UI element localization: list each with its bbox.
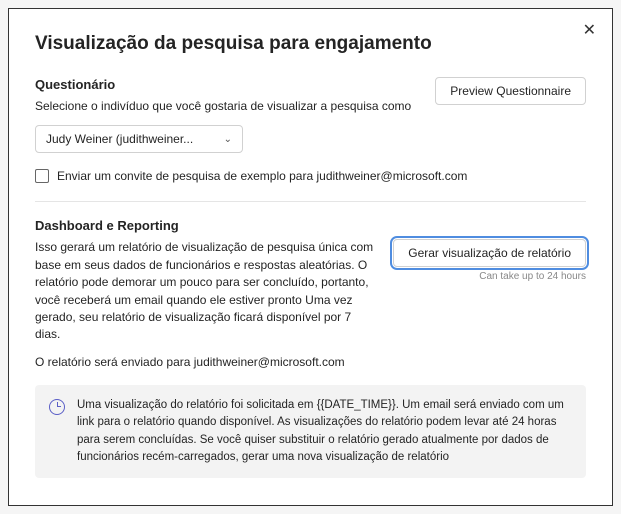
questionnaire-section: Questionário Selecione o indivíduo que v… xyxy=(35,77,586,153)
survey-preview-dialog: ✕ Visualização da pesquisa para engajame… xyxy=(8,8,613,506)
send-sample-row: Enviar um convite de pesquisa de exemplo… xyxy=(35,169,586,183)
info-text: Uma visualização do relatório foi solici… xyxy=(77,397,572,466)
questionnaire-heading: Questionário xyxy=(35,77,419,92)
dialog-title: Visualização da pesquisa para engajament… xyxy=(35,33,586,55)
dashboard-section: Dashboard e Reporting Isso gerará um rel… xyxy=(35,218,586,478)
individual-dropdown[interactable]: Judy Weiner (judithweiner... ⌄ xyxy=(35,125,243,153)
dashboard-desc: Isso gerará um relatório de visualização… xyxy=(35,239,377,343)
dashboard-heading: Dashboard e Reporting xyxy=(35,218,586,233)
questionnaire-desc: Selecione o indivíduo que você gostaria … xyxy=(35,98,419,115)
chevron-down-icon: ⌄ xyxy=(224,134,232,145)
clock-icon xyxy=(49,399,65,415)
generate-hint: Can take up to 24 hours xyxy=(393,271,586,282)
send-sample-checkbox[interactable] xyxy=(35,169,49,183)
section-divider xyxy=(35,201,586,202)
report-sent-to: O relatório será enviado para judithwein… xyxy=(35,354,586,371)
send-sample-label: Enviar um convite de pesquisa de exemplo… xyxy=(57,169,467,183)
close-icon: ✕ xyxy=(583,22,596,39)
info-banner: Uma visualização do relatório foi solici… xyxy=(35,385,586,478)
generate-report-preview-button[interactable]: Gerar visualização de relatório xyxy=(393,239,586,267)
close-button[interactable]: ✕ xyxy=(583,23,596,39)
dropdown-value: Judy Weiner (judithweiner... xyxy=(46,132,193,146)
preview-questionnaire-button[interactable]: Preview Questionnaire xyxy=(435,77,586,105)
